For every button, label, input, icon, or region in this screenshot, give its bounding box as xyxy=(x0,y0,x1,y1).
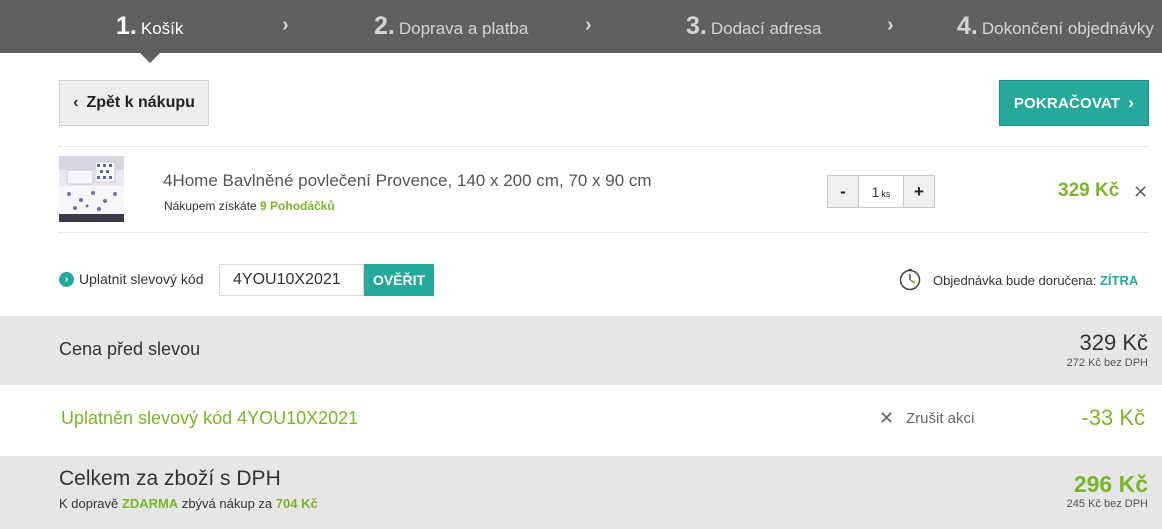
loyalty-points: Nákupem získáte 9 Pohodáčků xyxy=(164,199,335,213)
divider xyxy=(59,146,1149,147)
delivery-info: Objednávka bude doručena: ZÍTRA xyxy=(933,273,1138,288)
applied-discount-label: Uplatněn slevový kód 4YOU10X2021 xyxy=(61,408,359,428)
product-thumbnail[interactable] xyxy=(59,156,124,222)
quantity-value: 1 xyxy=(871,183,880,200)
step-cart[interactable]: 1. Košík xyxy=(116,0,183,53)
checkout-steps: 1. Košík › 2. Doprava a platba › 3. Doda… xyxy=(0,0,1162,53)
product-price: 329 Kč xyxy=(1058,180,1120,201)
step-label: Doprava a platba xyxy=(398,18,529,38)
cancel-icon[interactable]: ✕ xyxy=(879,408,894,429)
step-shipping-payment[interactable]: 2. Doprava a platba xyxy=(374,0,528,53)
free-word: ZDARMA xyxy=(121,496,179,511)
clock-icon xyxy=(899,269,921,291)
discount-amount: -33 Kč xyxy=(1081,405,1145,430)
total-price: 296 Kč xyxy=(1073,471,1148,497)
remove-item-icon[interactable]: ✕ xyxy=(1133,182,1148,203)
price-before-label: Cena před slevou xyxy=(59,339,201,359)
price-before-value: 329 Kč xyxy=(1079,330,1149,355)
step-label: Košík xyxy=(140,18,184,38)
step-number: 3. xyxy=(686,12,707,40)
total-label: Celkem za zboží s DPH xyxy=(59,467,281,490)
step-delivery-address[interactable]: 3. Dodací adresa xyxy=(686,0,821,53)
verify-code-button[interactable]: OVĚŘIT xyxy=(364,264,434,296)
step-number: 2. xyxy=(374,12,395,40)
chevron-left-icon: ‹ xyxy=(73,94,79,111)
chevron-right-icon: › xyxy=(887,14,894,36)
product-name[interactable]: 4Home Bavlněné povlečení Provence, 140 x… xyxy=(163,171,652,191)
loyalty-value: 9 Pohodáčků xyxy=(260,199,335,213)
decrease-quantity-button[interactable]: - xyxy=(828,176,859,207)
step-label: Dokončení objednávky xyxy=(981,18,1154,38)
quantity-stepper: - 1 ks + xyxy=(827,175,935,208)
delivery-when: ZÍTRA xyxy=(1099,273,1139,288)
loyalty-prefix: Nákupem získáte xyxy=(164,199,261,213)
free-shipping-note: K dopravě ZDARMA zbývá nákup za 704 Kč xyxy=(59,496,318,511)
step-number: 1. xyxy=(116,12,137,40)
arrow-circle-icon: › xyxy=(59,272,74,287)
cancel-discount-button[interactable]: Zrušit akci xyxy=(906,410,974,427)
price-before-vat: 272 Kč bez DPH xyxy=(1066,357,1148,369)
free-amount: 704 Kč xyxy=(275,496,318,511)
active-step-caret xyxy=(140,53,160,63)
step-completion[interactable]: 4. Dokončení objednávky xyxy=(957,0,1154,53)
step-number: 4. xyxy=(957,12,978,40)
increase-quantity-button[interactable]: + xyxy=(903,176,934,207)
chevron-right-icon: › xyxy=(282,14,289,36)
continue-label: POKRAČOVAT xyxy=(1013,94,1121,112)
back-to-shop-button[interactable]: ‹ Zpět k nákupu xyxy=(59,80,209,126)
divider xyxy=(59,232,1149,233)
free-prefix: K dopravě xyxy=(59,496,122,511)
delivery-prefix: Objednávka bude doručena: xyxy=(933,273,1100,288)
discount-code-input[interactable] xyxy=(219,264,364,296)
quantity-unit: ks xyxy=(881,188,891,199)
step-label: Dodací adresa xyxy=(710,18,822,38)
back-to-shop-label: Zpět k nákupu xyxy=(86,94,195,111)
total-vat: 245 Kč bez DPH xyxy=(1066,498,1148,510)
free-middle: zbývá nákup za xyxy=(178,496,276,511)
chevron-right-icon: › xyxy=(585,14,592,36)
chevron-right-icon: › xyxy=(1128,93,1135,112)
discount-code-label[interactable]: Uplatnit slevový kód xyxy=(79,271,204,287)
continue-button[interactable]: POKRAČOVAT › xyxy=(999,80,1149,126)
quantity-field[interactable]: 1 ks xyxy=(859,176,903,207)
